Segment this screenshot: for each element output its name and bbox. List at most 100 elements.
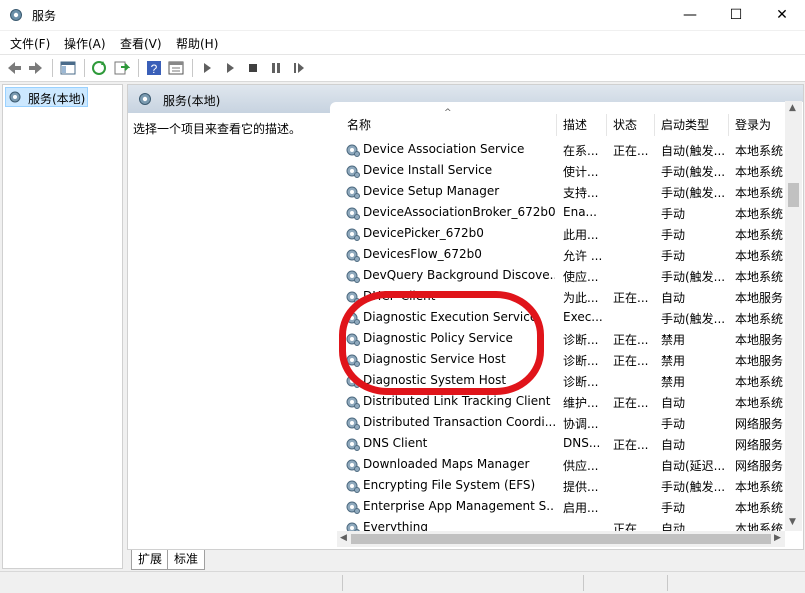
cell-description: 允许 ...: [563, 249, 603, 263]
cell-description: 协调...: [563, 417, 599, 431]
table-row[interactable]: Downloaded Maps Manager 供应... 自动(延迟... 网络服务: [330, 454, 790, 475]
table-row[interactable]: Distributed Transaction Coordi... 协调... 手动…: [330, 412, 790, 433]
cell-name: DNS Client: [363, 436, 428, 450]
maximize-button[interactable]: ☐: [713, 0, 759, 31]
table-row[interactable]: Device Setup Manager 支持... 手动(触发... 本地系统: [330, 181, 790, 202]
scroll-right-icon[interactable]: ▶: [774, 533, 781, 543]
back-icon[interactable]: [5, 59, 23, 77]
refresh-icon[interactable]: [90, 59, 108, 77]
service-gear-icon: [346, 312, 360, 325]
panel-title: 服务(本地): [163, 94, 221, 108]
scroll-up-icon[interactable]: ▲: [789, 103, 796, 113]
cell-name: DevicePicker_672b0: [363, 226, 484, 240]
restart-icon[interactable]: [290, 59, 308, 77]
export-icon[interactable]: [112, 59, 130, 77]
table-row[interactable]: DevicesFlow_672b0 允许 ... 手动 本地系统: [330, 244, 790, 265]
cell-description: Exec...: [563, 310, 603, 324]
cell-status: 正在...: [613, 396, 649, 410]
table-row[interactable]: Device Association Service 在系... 正在... 自动(触…: [330, 139, 790, 160]
table-row[interactable]: Diagnostic Policy Service 诊断... 正在... 禁用 本地服…: [330, 328, 790, 349]
cell-log-on-as: 本地系统: [735, 312, 784, 326]
service-gear-icon: [346, 438, 360, 451]
service-gear-icon: [346, 480, 360, 493]
tab-standard[interactable]: 标准: [167, 550, 206, 570]
start-icon[interactable]: [198, 59, 216, 77]
service-gear-icon: [346, 501, 360, 514]
cell-log-on-as: 网络服务: [735, 459, 784, 473]
toolbar-separator: [192, 59, 193, 77]
table-row[interactable]: DeviceAssociationBroker_672b0 Ena... 手动 本地系…: [330, 202, 790, 223]
service-gear-icon: [346, 375, 360, 388]
cell-startup-type: 自动(触发...: [661, 144, 726, 158]
title-bar: 服务 — ☐ ✕: [0, 0, 805, 31]
table-row[interactable]: Diagnostic System Host 诊断... 禁用 本地系统: [330, 370, 790, 391]
cell-startup-type: 禁用: [661, 354, 686, 368]
scrollbar-thumb[interactable]: [351, 534, 771, 544]
properties-icon[interactable]: [167, 59, 185, 77]
cell-log-on-as: 本地服务: [735, 291, 784, 305]
cell-startup-type: 手动: [661, 228, 686, 242]
table-row[interactable]: DHCP Client 为此... 正在... 自动 本地服务: [330, 286, 790, 307]
table-row[interactable]: Distributed Link Tracking Client 维护... 正在.…: [330, 391, 790, 412]
cell-name: Diagnostic Execution Service: [363, 310, 538, 324]
cell-status: 正在...: [613, 438, 649, 452]
table-row[interactable]: Encrypting File System (EFS) 提供... 手动(触发..…: [330, 475, 790, 496]
table-row[interactable]: Enterprise App Management S... 启用... 手动 本地系…: [330, 496, 790, 517]
menu-help[interactable]: 帮助(H): [176, 35, 218, 52]
cell-startup-type: 禁用: [661, 375, 686, 389]
table-row[interactable]: DevQuery Background Discove... 使应... 手动(触发…: [330, 265, 790, 286]
tree-item-label: 服务(本地): [28, 92, 86, 106]
menu-file[interactable]: 文件(F): [10, 35, 50, 52]
column-header-status[interactable]: 状态: [607, 114, 655, 136]
column-header-name[interactable]: 名称: [341, 114, 556, 136]
cell-description: 诊断...: [563, 333, 599, 347]
horizontal-scrollbar[interactable]: ◀ ▶: [337, 531, 785, 547]
cell-log-on-as: 网络服务: [735, 417, 784, 431]
cell-log-on-as: 网络服务: [735, 438, 784, 452]
menu-action[interactable]: 操作(A): [64, 35, 106, 52]
cell-log-on-as: 本地系统: [735, 501, 784, 515]
cell-description: 供应...: [563, 459, 599, 473]
forward-icon[interactable]: [27, 59, 45, 77]
status-separator: [583, 575, 584, 591]
cell-description: 使应...: [563, 270, 599, 284]
tab-extended[interactable]: 扩展: [131, 550, 170, 570]
service-gear-icon: [346, 186, 360, 199]
table-row[interactable]: Diagnostic Service Host 诊断... 正在... 禁用 本地服务: [330, 349, 790, 370]
scrollbar-thumb[interactable]: [788, 183, 799, 207]
cell-startup-type: 手动(触发...: [661, 312, 726, 326]
cell-startup-type: 手动: [661, 249, 686, 263]
start-alt-icon[interactable]: [221, 59, 239, 77]
minimize-button[interactable]: —: [667, 0, 713, 31]
column-header-startup-type[interactable]: 启动类型: [655, 114, 729, 136]
tree-item-services-local[interactable]: 服务(本地): [5, 87, 88, 107]
services-panel: 服务(本地) 选择一个项目来查看它的描述。 ^ 名称 描述 状态 启动类型 登录…: [127, 84, 804, 550]
service-gear-icon: [346, 270, 360, 283]
console-tree-icon[interactable]: [59, 59, 77, 77]
table-row[interactable]: DevicePicker_672b0 此用... 手动 本地系统: [330, 223, 790, 244]
status-separator: [342, 575, 343, 591]
column-header-description[interactable]: 描述: [557, 114, 607, 136]
table-row[interactable]: Device Install Service 使计... 手动(触发... 本地系统: [330, 160, 790, 181]
pause-icon[interactable]: [267, 59, 285, 77]
cell-description: 此用...: [563, 228, 599, 242]
service-gear-icon: [346, 396, 360, 409]
cell-startup-type: 手动: [661, 501, 686, 515]
help-icon[interactable]: ?: [145, 59, 163, 77]
table-row[interactable]: DNS Client DNS... 正在... 自动 网络服务: [330, 433, 790, 454]
menu-view[interactable]: 查看(V): [120, 35, 162, 52]
cell-name: DeviceAssociationBroker_672b0: [363, 205, 555, 219]
table-row[interactable]: Diagnostic Execution Service Exec... 手动(触发…: [330, 307, 790, 328]
stop-icon[interactable]: [244, 59, 262, 77]
cell-startup-type: 自动(延迟...: [661, 459, 726, 473]
service-gear-icon: [346, 333, 360, 346]
services-list: ^ 名称 描述 状态 启动类型 登录为 Device Association S…: [330, 102, 803, 549]
scroll-down-icon[interactable]: ▼: [789, 517, 796, 527]
vertical-scrollbar[interactable]: ▲ ▼: [785, 101, 802, 531]
cell-log-on-as: 本地服务: [735, 333, 784, 347]
scroll-left-icon[interactable]: ◀: [340, 533, 347, 543]
column-header-log-on-as[interactable]: 登录为: [729, 114, 791, 136]
close-button[interactable]: ✕: [759, 0, 805, 31]
cell-log-on-as: 本地系统: [735, 186, 784, 200]
service-gear-icon: [346, 207, 360, 220]
